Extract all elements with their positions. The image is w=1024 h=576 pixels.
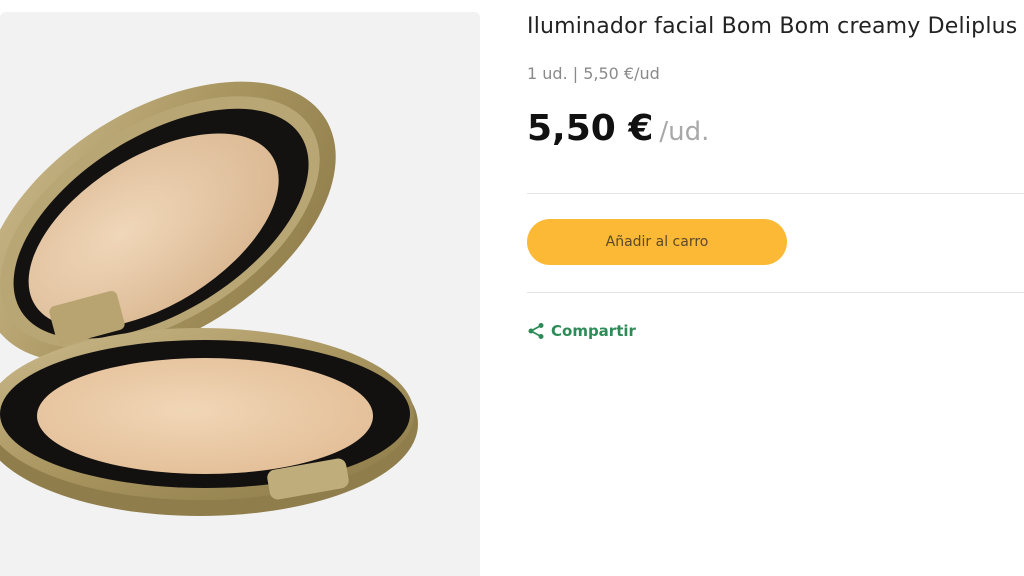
product-image-panel [0,12,480,576]
share-icon [527,322,545,340]
price-unit: /ud. [659,117,710,147]
product-title: Iluminador facial Bom Bom creamy Deliplu… [527,14,1018,39]
price-block: 5,50 €/ud. [527,108,709,149]
product-page: Iluminador facial Bom Bom creamy Deliplu… [0,0,1024,576]
product-info: Iluminador facial Bom Bom creamy Deliplu… [527,0,1024,576]
unit-price-info: 1 ud. | 5,50 €/ud [527,64,660,83]
share-label: Compartir [551,322,636,340]
divider [527,292,1024,293]
share-link[interactable]: Compartir [527,322,636,340]
product-image [0,81,418,516]
add-to-cart-button[interactable]: Añadir al carro [527,219,787,265]
divider [527,193,1024,194]
price-value: 5,50 € [527,108,654,149]
